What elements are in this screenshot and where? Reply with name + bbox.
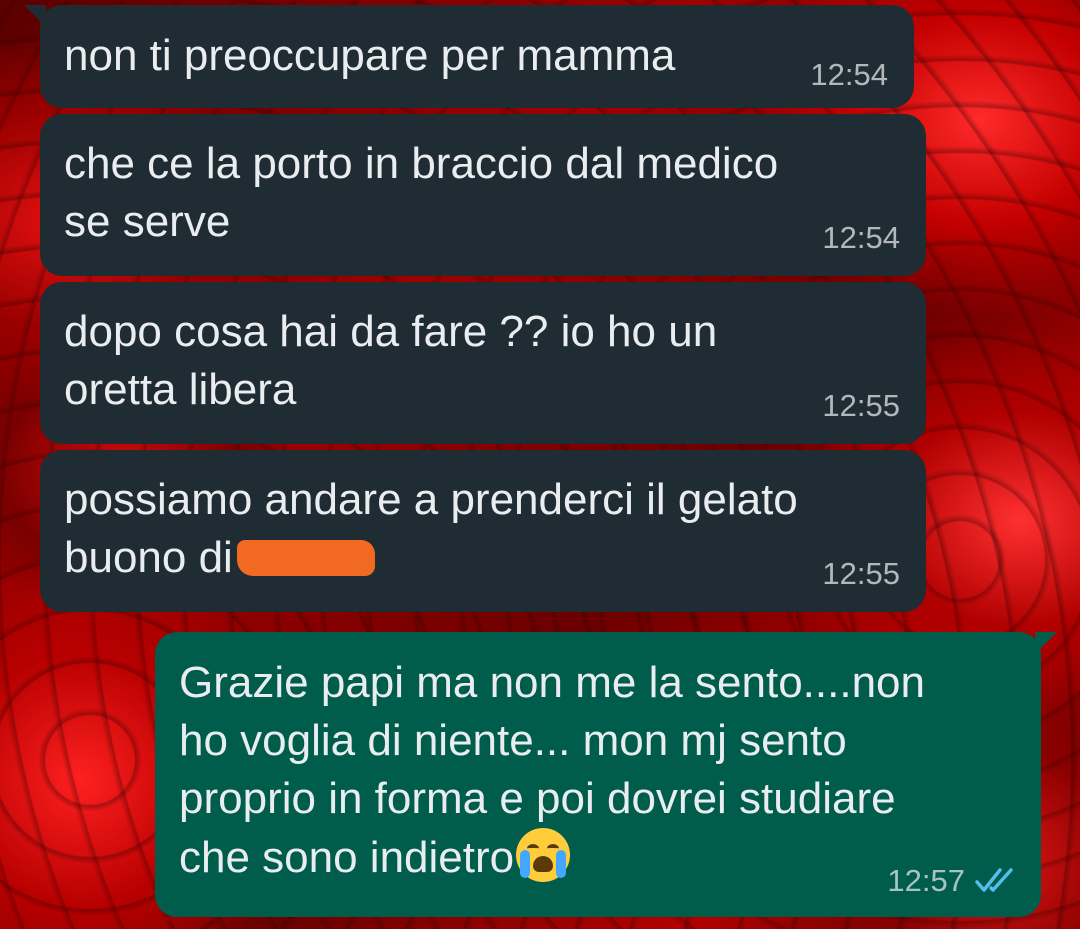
message-bubble-incoming[interactable]: che ce la porto in braccio dal medico se… bbox=[40, 114, 926, 276]
message-timestamp: 12:54 bbox=[822, 220, 900, 255]
message-text: Grazie papi ma non me la sento....non ho… bbox=[179, 654, 925, 887]
message-timestamp: 12:54 bbox=[810, 57, 888, 92]
message-timestamp: 12:55 bbox=[822, 388, 900, 423]
loudly-crying-face-icon bbox=[516, 828, 571, 882]
message-bubble-incoming[interactable]: dopo cosa hai da fare ?? io ho un oretta… bbox=[40, 282, 926, 444]
bubble-tail bbox=[1035, 632, 1057, 654]
message-bubble-incoming[interactable]: possiamo andare a prenderci il gelato bu… bbox=[40, 450, 926, 612]
message-text: che ce la porto in braccio dal medico se… bbox=[64, 139, 779, 246]
message-text: possiamo andare a prenderci il gelato bu… bbox=[64, 471, 798, 587]
bubble-tail bbox=[24, 5, 46, 27]
redaction-mark bbox=[236, 540, 375, 576]
message-text: non ti preoccupare per mamma bbox=[64, 31, 676, 80]
message-timestamp: 12:55 bbox=[822, 556, 900, 591]
message-bubble-incoming[interactable]: non ti preoccupare per mamma 12:54 bbox=[24, 5, 914, 108]
message-text: dopo cosa hai da fare ?? io ho un oretta… bbox=[64, 307, 718, 414]
message-timestamp: 12:57 bbox=[887, 863, 965, 898]
message-bubble-outgoing[interactable]: Grazie papi ma non me la sento....non ho… bbox=[155, 632, 1057, 917]
read-double-check-icon bbox=[975, 868, 1013, 892]
message-text-before-redaction: possiamo andare a prenderci il gelato bu… bbox=[64, 475, 798, 582]
